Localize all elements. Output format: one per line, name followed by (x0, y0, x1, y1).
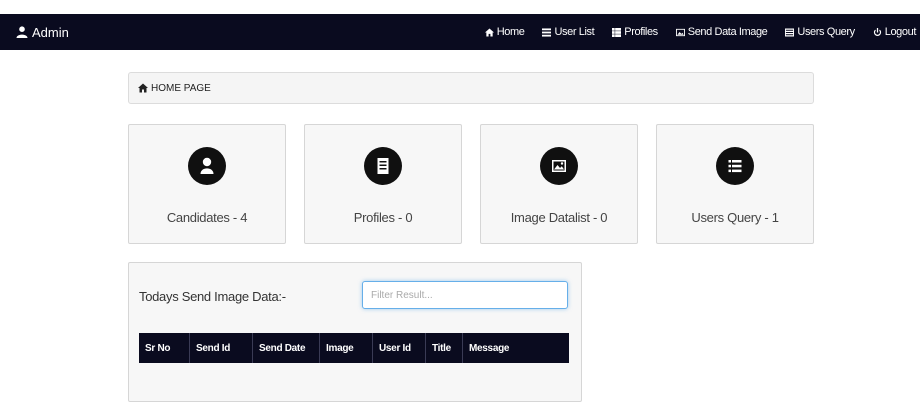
column-message[interactable]: Message (463, 333, 570, 363)
nav-home[interactable]: Home (484, 26, 525, 38)
card-image-datalist-label: Image Datalist - 0 (510, 210, 608, 225)
home-icon (138, 83, 148, 93)
nav-logout[interactable]: Logout (873, 26, 916, 38)
list-icon (542, 27, 552, 37)
card-candidates[interactable]: Candidates - 4 (128, 124, 286, 244)
nav-profiles-label: Profiles (624, 26, 658, 38)
nav-user-list[interactable]: User List (542, 26, 595, 38)
profiles-icon-circle (364, 147, 402, 185)
filter-result-input[interactable] (362, 281, 568, 309)
nav-users-query[interactable]: Users Query (785, 26, 855, 38)
breadcrumb-label: HOME PAGE (151, 82, 211, 94)
card-users-query-label: Users Query - 1 (691, 210, 779, 225)
column-title[interactable]: Title (425, 333, 463, 363)
image-datalist-icon-circle (540, 147, 578, 185)
nav-logout-label: Logout (884, 26, 917, 38)
column-user-id[interactable]: User Id (372, 333, 426, 363)
nav-profiles[interactable]: Profiles (612, 26, 658, 38)
list-icon (728, 160, 742, 173)
home-icon (484, 27, 494, 37)
card-profiles[interactable]: Profiles - 0 (304, 124, 462, 244)
power-icon (873, 27, 881, 36)
column-send-date[interactable]: Send Date (252, 333, 320, 363)
card-users-query[interactable]: Users Query - 1 (656, 124, 814, 244)
nav-home-label: Home (496, 26, 525, 38)
picture-icon (552, 160, 566, 172)
brand-label: Admin (32, 24, 69, 40)
candidates-icon-circle (188, 147, 226, 185)
user-icon (16, 26, 28, 38)
card-profiles-label: Profiles - 0 (353, 210, 413, 225)
card-candidates-label: Candidates - 4 (166, 210, 248, 225)
user-icon (200, 157, 214, 174)
table-header-row: Sr No Send Id Send Date Image User Id Ti… (139, 333, 569, 363)
nav-user-list-label: User List (554, 26, 595, 38)
image-icon (675, 28, 685, 36)
brand-admin[interactable]: Admin (16, 14, 69, 50)
nav-send-data-image[interactable]: Send Data Image (675, 26, 768, 38)
document-icon (377, 158, 389, 174)
panel-title: Todays Send Image Data:- (139, 289, 286, 304)
send-image-data-panel: Todays Send Image Data:- Sr No Send Id S… (128, 262, 582, 402)
breadcrumb: HOME PAGE (128, 72, 814, 104)
nav-send-data-image-label: Send Data Image (687, 26, 768, 38)
column-sr-no[interactable]: Sr No (139, 333, 190, 363)
list-icon (785, 27, 795, 37)
users-query-icon-circle (716, 147, 754, 185)
column-send-id[interactable]: Send Id (189, 333, 253, 363)
nav-users-query-label: Users Query (797, 26, 855, 38)
card-image-datalist[interactable]: Image Datalist - 0 (480, 124, 638, 244)
top-navbar: Admin Home User List Profiles Send Data … (0, 14, 920, 50)
column-image[interactable]: Image (319, 333, 373, 363)
grid-icon (612, 27, 622, 37)
send-image-data-table: Sr No Send Id Send Date Image User Id Ti… (139, 333, 569, 363)
